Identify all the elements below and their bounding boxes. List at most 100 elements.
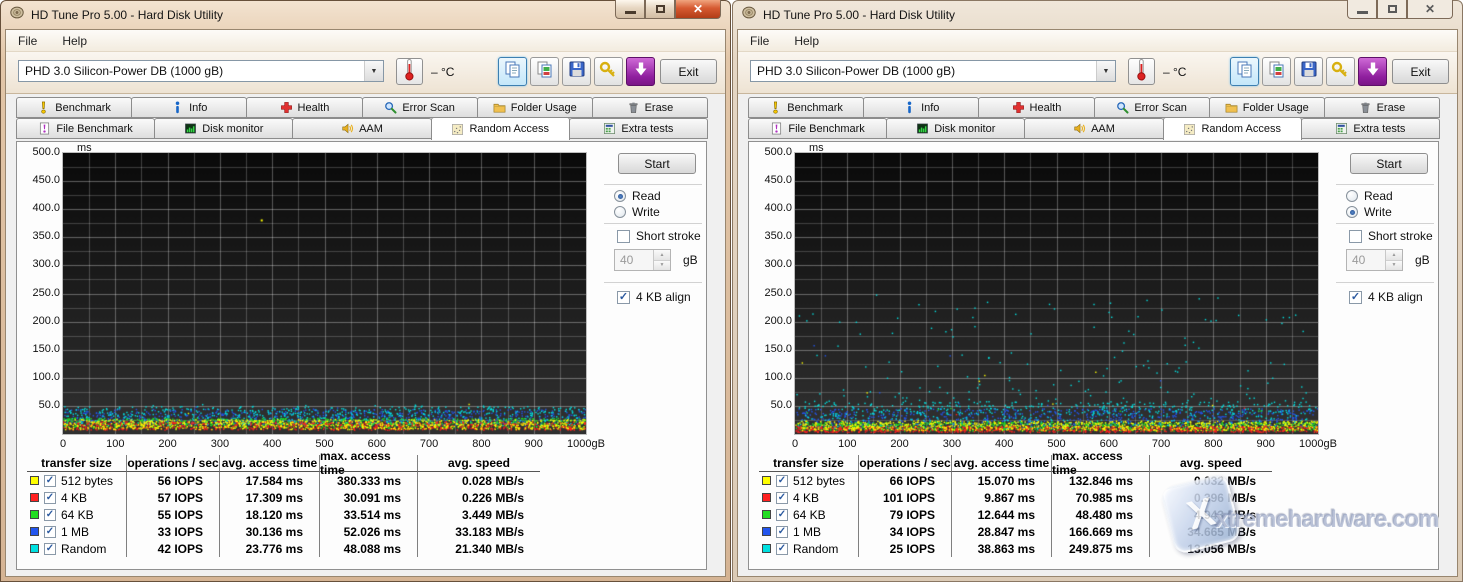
align-row[interactable]: 4 KB align <box>1349 290 1423 304</box>
tab-health[interactable]: Health <box>246 97 362 118</box>
table-header: operations / sec <box>127 455 220 472</box>
y-tick-label: 50.0 <box>20 399 60 411</box>
series-checkbox[interactable] <box>776 526 788 538</box>
series-checkbox[interactable] <box>776 543 788 555</box>
tab-disk-monitor[interactable]: Disk monitor <box>154 118 293 139</box>
exit-button[interactable]: Exit <box>660 59 717 84</box>
chevron-down-icon[interactable]: ▼ <box>1096 61 1115 81</box>
spinner-arrows[interactable]: ▲▼ <box>653 250 670 270</box>
short-stroke-checkbox[interactable] <box>617 230 630 243</box>
write-radio[interactable] <box>1346 206 1358 218</box>
menu-help[interactable]: Help <box>59 32 90 50</box>
update-button[interactable] <box>626 57 655 86</box>
tab-extra-tests[interactable]: Extra tests <box>569 118 708 139</box>
copy-text-button[interactable] <box>498 57 527 86</box>
start-button[interactable]: Start <box>1350 153 1428 174</box>
series-checkbox[interactable] <box>44 492 56 504</box>
align-row[interactable]: 4 KB align <box>617 290 691 304</box>
menu-help[interactable]: Help <box>791 32 822 50</box>
tab-erase[interactable]: Erase <box>1324 97 1440 118</box>
short-stroke-row[interactable]: Short stroke <box>1349 229 1433 243</box>
tab-disk-monitor[interactable]: Disk monitor <box>886 118 1025 139</box>
short-stroke-row[interactable]: Short stroke <box>617 229 701 243</box>
align-checkbox[interactable] <box>617 291 630 304</box>
save-button[interactable] <box>562 57 591 86</box>
capacity-spinner[interactable]: 40 ▲▼ <box>1346 249 1403 271</box>
tab-extra-tests[interactable]: Extra tests <box>1301 118 1440 139</box>
menu-file[interactable]: File <box>15 32 40 50</box>
series-checkbox[interactable] <box>44 475 56 487</box>
read-radio-row[interactable]: Read <box>614 189 661 203</box>
tab-aam[interactable]: AAM <box>292 118 431 139</box>
series-checkbox[interactable] <box>776 475 788 487</box>
options-button[interactable] <box>594 57 623 86</box>
align-checkbox[interactable] <box>1349 291 1362 304</box>
series-color-swatch <box>30 493 39 502</box>
series-checkbox[interactable] <box>776 509 788 521</box>
tab-benchmark[interactable]: Benchmark <box>748 97 864 118</box>
series-checkbox[interactable] <box>44 509 56 521</box>
tab-info[interactable]: Info <box>131 97 247 118</box>
spinner-down-icon[interactable]: ▼ <box>1386 261 1402 271</box>
capacity-unit: gB <box>683 253 698 267</box>
tab-erase[interactable]: Erase <box>592 97 708 118</box>
minimize-button[interactable] <box>1347 0 1377 19</box>
tab-random-access[interactable]: Random Access <box>1163 117 1302 140</box>
copy-image-button[interactable] <box>1262 57 1291 86</box>
menu-file[interactable]: File <box>747 32 772 50</box>
x-tick-label: 400 <box>974 438 1034 450</box>
close-button[interactable]: ✕ <box>1407 0 1453 19</box>
table-cell-ops: 33 IOPS <box>127 523 220 540</box>
copy-text-button[interactable] <box>1230 57 1259 86</box>
tab-error-scan[interactable]: Error Scan <box>1094 97 1210 118</box>
close-button[interactable]: ✕ <box>675 0 721 19</box>
tab-label: Health <box>1030 102 1062 114</box>
series-checkbox[interactable] <box>44 526 56 538</box>
options-button[interactable] <box>1326 57 1355 86</box>
y-tick-label: 200.0 <box>20 315 60 327</box>
read-radio-row[interactable]: Read <box>1346 189 1393 203</box>
y-tick-label: 300.0 <box>20 258 60 270</box>
drive-selector[interactable]: PHD 3.0 Silicon-Power DB (1000 gB) ▼ <box>750 60 1116 82</box>
tab-random-access[interactable]: Random Access <box>431 117 570 140</box>
maximize-button[interactable] <box>1377 0 1407 19</box>
exit-button[interactable]: Exit <box>1392 59 1449 84</box>
tab-file-benchmark[interactable]: File Benchmark <box>748 118 887 139</box>
spinner-up-icon[interactable]: ▲ <box>654 250 670 261</box>
minimize-button[interactable] <box>615 0 645 19</box>
tab-error-scan[interactable]: Error Scan <box>362 97 478 118</box>
tab-benchmark[interactable]: Benchmark <box>16 97 132 118</box>
title-bar[interactable]: HD Tune Pro 5.00 - Hard Disk Utility ✕ <box>733 1 1462 29</box>
maximize-button[interactable] <box>645 0 675 19</box>
short-stroke-checkbox[interactable] <box>1349 230 1362 243</box>
temperature-button[interactable] <box>396 58 423 85</box>
tab-folder-usage[interactable]: Folder Usage <box>477 97 593 118</box>
drive-selector[interactable]: PHD 3.0 Silicon-Power DB (1000 gB) ▼ <box>18 60 384 82</box>
table-row-transfer-size: 4 KB <box>759 489 859 506</box>
tab-health[interactable]: Health <box>978 97 1094 118</box>
write-radio-row[interactable]: Write <box>614 205 660 219</box>
read-radio[interactable] <box>1346 190 1358 202</box>
update-button[interactable] <box>1358 57 1387 86</box>
tab-file-benchmark[interactable]: File Benchmark <box>16 118 155 139</box>
write-radio-row[interactable]: Write <box>1346 205 1392 219</box>
temperature-button[interactable] <box>1128 58 1155 85</box>
temperature-value: – °C <box>431 65 454 79</box>
copy-image-button[interactable] <box>530 57 559 86</box>
spinner-up-icon[interactable]: ▲ <box>1386 250 1402 261</box>
capacity-spinner[interactable]: 40 ▲▼ <box>614 249 671 271</box>
series-color-swatch <box>762 493 771 502</box>
title-bar[interactable]: HD Tune Pro 5.00 - Hard Disk Utility ✕ <box>1 1 730 29</box>
series-checkbox[interactable] <box>776 492 788 504</box>
read-radio[interactable] <box>614 190 626 202</box>
chevron-down-icon[interactable]: ▼ <box>364 61 383 81</box>
spinner-down-icon[interactable]: ▼ <box>654 261 670 271</box>
series-checkbox[interactable] <box>44 543 56 555</box>
tab-folder-usage[interactable]: Folder Usage <box>1209 97 1325 118</box>
start-button[interactable]: Start <box>618 153 696 174</box>
spinner-arrows[interactable]: ▲▼ <box>1385 250 1402 270</box>
tab-info[interactable]: Info <box>863 97 979 118</box>
save-button[interactable] <box>1294 57 1323 86</box>
tab-aam[interactable]: AAM <box>1024 118 1163 139</box>
write-radio[interactable] <box>614 206 626 218</box>
